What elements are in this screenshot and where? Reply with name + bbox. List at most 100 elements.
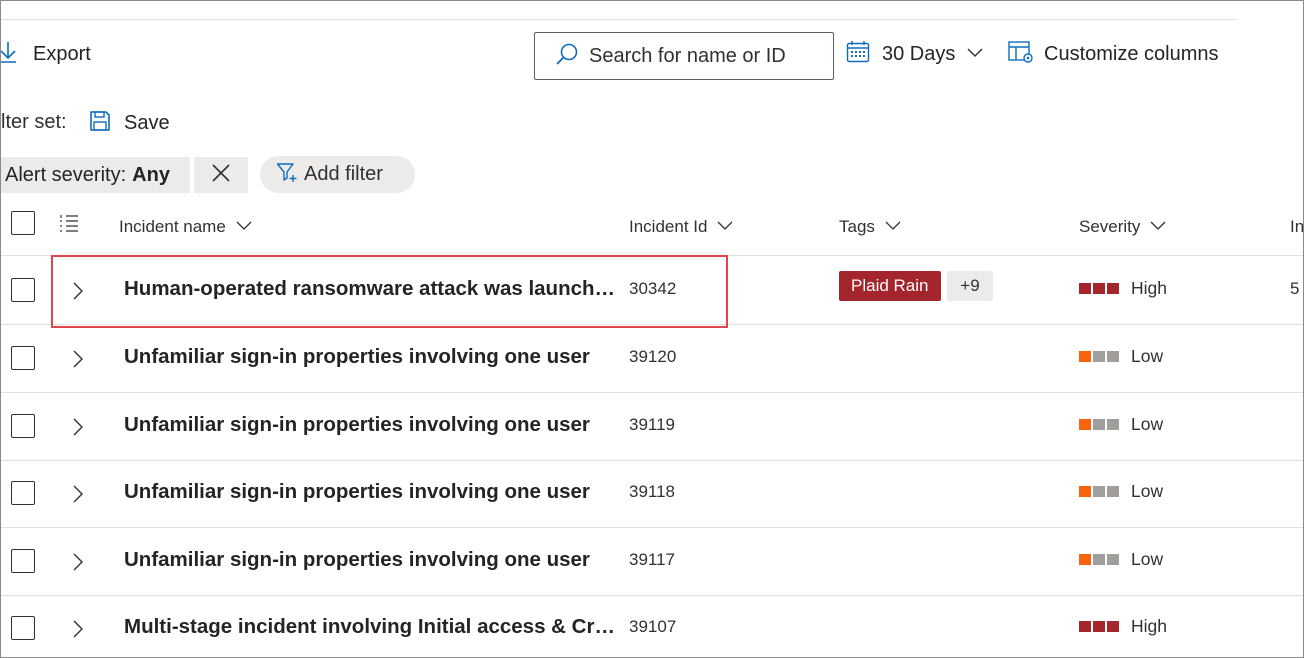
search-input[interactable] bbox=[589, 44, 829, 68]
chevron-right-icon bbox=[73, 418, 83, 436]
chevron-down-icon bbox=[875, 217, 901, 237]
severity-indicator: High bbox=[1079, 616, 1167, 637]
table-row[interactable]: Human-operated ransomware attack was lau… bbox=[1, 257, 1303, 325]
expand-row-button[interactable] bbox=[69, 550, 87, 574]
date-range-label: 30 Days bbox=[882, 42, 956, 65]
severity-low-icon bbox=[1079, 554, 1119, 565]
chevron-down-icon bbox=[955, 44, 983, 65]
severity-low-icon bbox=[1079, 419, 1119, 430]
export-label: Export bbox=[33, 42, 91, 65]
date-range-dropdown[interactable]: 30 Days bbox=[846, 39, 983, 69]
chevron-down-icon bbox=[707, 217, 733, 237]
save-icon bbox=[89, 110, 111, 137]
export-button[interactable]: Export bbox=[1, 39, 91, 69]
chevron-right-icon bbox=[73, 553, 83, 571]
severity-label: High bbox=[1131, 616, 1167, 636]
save-filter-set-button[interactable]: Save bbox=[89, 109, 170, 137]
incident-id: 39120 bbox=[629, 347, 677, 366]
severity-indicator: Low bbox=[1079, 414, 1163, 435]
row-checkbox[interactable] bbox=[11, 346, 35, 370]
download-arrow-icon bbox=[1, 41, 17, 68]
incident-id: 39118 bbox=[629, 482, 676, 501]
severity-label: Low bbox=[1131, 346, 1164, 366]
incident-id: 39107 bbox=[629, 617, 677, 636]
search-icon bbox=[535, 42, 579, 71]
tag-badge: Plaid Rain bbox=[839, 271, 941, 301]
column-label: Severity bbox=[1079, 217, 1141, 236]
severity-low-icon bbox=[1079, 351, 1119, 362]
search-box[interactable] bbox=[534, 32, 834, 80]
incident-id: 30342 bbox=[629, 279, 677, 298]
filter-set-label: lter set: bbox=[1, 111, 67, 133]
incident-name[interactable]: Unfamiliar sign-in properties involving … bbox=[124, 413, 619, 437]
incident-name[interactable]: Multi-stage incident involving Initial a… bbox=[124, 615, 619, 639]
top-divider bbox=[1, 19, 1237, 20]
severity-indicator: Low bbox=[1079, 549, 1163, 570]
severity-indicator: Low bbox=[1079, 346, 1163, 367]
chevron-down-icon bbox=[226, 217, 252, 237]
expand-row-button[interactable] bbox=[69, 617, 87, 641]
save-label: Save bbox=[124, 111, 170, 134]
column-label: Incident Id bbox=[629, 217, 708, 236]
column-header-truncated[interactable]: In bbox=[1290, 199, 1304, 255]
incident-id: 39117 bbox=[629, 550, 676, 569]
severity-filter-chip[interactable]: Alert severity: Any bbox=[1, 157, 190, 193]
severity-high-icon bbox=[1079, 621, 1119, 632]
column-label: Incident name bbox=[119, 217, 226, 236]
table-header: Incident name Incident Id Tags Severity … bbox=[1, 199, 1304, 256]
expand-row-button[interactable] bbox=[69, 279, 87, 303]
column-header-incident-name[interactable]: Incident name bbox=[119, 199, 252, 255]
severity-high-icon bbox=[1079, 283, 1119, 294]
customize-columns-button[interactable]: Customize columns bbox=[1008, 39, 1219, 69]
incident-id: 39119 bbox=[629, 415, 676, 434]
row-checkbox[interactable] bbox=[11, 549, 35, 573]
row-checkbox[interactable] bbox=[11, 616, 35, 640]
table-row[interactable]: Unfamiliar sign-in properties involving … bbox=[1, 393, 1303, 461]
row-checkbox[interactable] bbox=[11, 481, 35, 505]
group-list-icon[interactable] bbox=[59, 214, 79, 232]
column-header-severity[interactable]: Severity bbox=[1079, 199, 1166, 255]
severity-indicator: High bbox=[1079, 278, 1167, 299]
customize-columns-label: Customize columns bbox=[1044, 42, 1219, 65]
chevron-right-icon bbox=[73, 282, 83, 300]
severity-label: Low bbox=[1131, 549, 1164, 569]
incident-name[interactable]: Human-operated ransomware attack was lau… bbox=[124, 277, 619, 301]
truncated-cell: 5 bbox=[1290, 279, 1300, 298]
add-filter-label: Add filter bbox=[304, 163, 383, 185]
incidents-queue-panel: Export 30 Days Customize columns lter se… bbox=[0, 0, 1304, 658]
severity-filter-key: Alert severity: bbox=[5, 163, 127, 186]
incident-name[interactable]: Unfamiliar sign-in properties involving … bbox=[124, 480, 619, 504]
severity-label: Low bbox=[1131, 414, 1164, 434]
expand-row-button[interactable] bbox=[69, 347, 87, 371]
table-row[interactable]: Unfamiliar sign-in properties involving … bbox=[1, 325, 1303, 393]
filter-add-icon bbox=[276, 161, 298, 188]
severity-filter-value: Any bbox=[132, 163, 170, 186]
column-label: In bbox=[1290, 217, 1304, 236]
column-header-incident-id[interactable]: Incident Id bbox=[629, 199, 733, 255]
severity-low-icon bbox=[1079, 486, 1119, 497]
row-checkbox[interactable] bbox=[11, 414, 35, 438]
table-settings-icon bbox=[1008, 40, 1034, 69]
table-row[interactable]: Multi-stage incident involving Initial a… bbox=[1, 595, 1303, 657]
calendar-icon bbox=[846, 40, 870, 69]
close-icon bbox=[211, 163, 231, 188]
chevron-right-icon bbox=[73, 620, 83, 638]
incident-name[interactable]: Unfamiliar sign-in properties involving … bbox=[124, 345, 619, 369]
table-row[interactable]: Unfamiliar sign-in properties involving … bbox=[1, 460, 1303, 528]
chevron-down-icon bbox=[1140, 217, 1166, 237]
select-all-checkbox[interactable] bbox=[11, 211, 35, 235]
add-filter-button[interactable]: Add filter bbox=[260, 156, 415, 193]
expand-row-button[interactable] bbox=[69, 415, 87, 439]
severity-indicator: Low bbox=[1079, 481, 1163, 502]
table-row[interactable]: Unfamiliar sign-in properties involving … bbox=[1, 528, 1303, 596]
column-header-tags[interactable]: Tags bbox=[839, 199, 901, 255]
severity-label: Low bbox=[1131, 481, 1164, 501]
column-label: Tags bbox=[839, 217, 875, 236]
incident-name[interactable]: Unfamiliar sign-in properties involving … bbox=[124, 548, 619, 572]
chevron-right-icon bbox=[73, 485, 83, 503]
remove-filter-button[interactable] bbox=[194, 157, 248, 193]
row-checkbox[interactable] bbox=[11, 278, 35, 302]
chevron-right-icon bbox=[73, 350, 83, 368]
expand-row-button[interactable] bbox=[69, 482, 87, 506]
more-tags-badge[interactable]: +9 bbox=[947, 271, 993, 301]
